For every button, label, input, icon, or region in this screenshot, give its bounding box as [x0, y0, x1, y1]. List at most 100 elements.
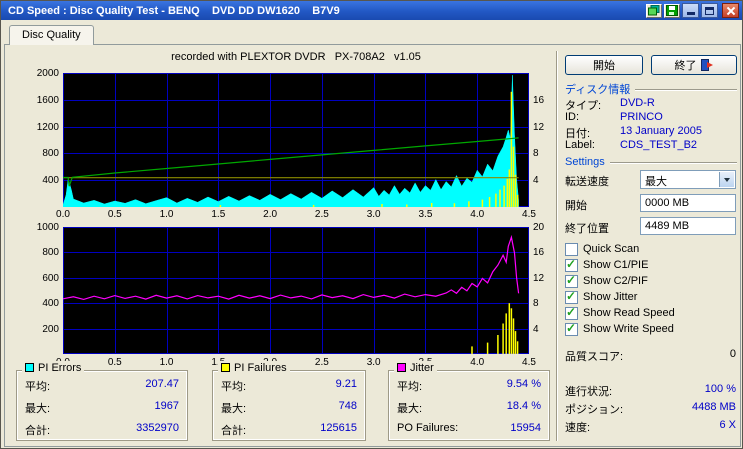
end-position-input[interactable] [640, 217, 736, 235]
axis-tick-label: 1.0 [159, 357, 174, 368]
stat-value: 1967 [154, 400, 179, 412]
window-title: CD Speed : Disc Quality Test - BENQ DVD … [8, 4, 340, 17]
axis-tick-label: 2.0 [263, 209, 278, 220]
stat-value: 3352970 [136, 422, 179, 434]
axis-tick-label: 2000 [36, 68, 59, 79]
axis-tick-label: 0.5 [107, 357, 122, 368]
axis-tick-label: 4.5 [522, 357, 536, 368]
checkbox-show-write-speed[interactable]: ✓ Show Write Speed [565, 322, 674, 336]
axis-tick-label: 1600 [36, 94, 59, 106]
disc-info-row: ID: PRINCO [565, 111, 663, 123]
titlebar[interactable]: CD Speed : Disc Quality Test - BENQ DVD … [1, 1, 742, 20]
check-icon: ✓ [566, 320, 577, 335]
stat-value: 9.21 [335, 378, 357, 390]
pi-failures-stats-box: 平均: 9.21 最大: 748 合計: 125615 [212, 370, 366, 441]
maximize-icon [705, 6, 714, 15]
save-chart-button[interactable] [664, 3, 680, 18]
pi-errors-stats-box: 平均: 207.47 最大: 1967 合計: 3352970 [16, 370, 188, 441]
checkbox-box: ✓ [565, 274, 578, 288]
position-row: ポジション: 4488 MB [565, 401, 736, 416]
stat-value: 207.47 [145, 378, 179, 390]
close-button[interactable] [722, 3, 739, 18]
progress-value: 100 % [704, 383, 736, 395]
stat-label: 平均: [221, 381, 247, 393]
maximize-button[interactable] [701, 3, 718, 18]
check-icon: ✓ [566, 256, 577, 271]
jitter-swatch [397, 363, 406, 372]
stat-label: 最大: [397, 403, 423, 415]
transfer-speed-label: 転送速度 [565, 176, 609, 188]
jitter-legend: Jitter [394, 361, 437, 374]
checkbox-show-read-speed[interactable]: ✓ Show Read Speed [565, 306, 675, 320]
transfer-speed-select[interactable]: 最大 [640, 170, 736, 189]
dropdown-arrow-button[interactable] [719, 172, 734, 187]
axis-tick-label: 1200 [36, 121, 59, 133]
axis-tick-label: 8 [533, 148, 539, 160]
titlebar-buttons [646, 3, 739, 18]
stat-label: 平均: [397, 381, 423, 393]
disc-info-header: ディスク情報 [565, 82, 737, 96]
axis-tick-label: 800 [42, 148, 59, 160]
checkbox-show-jitter[interactable]: ✓ Show Jitter [565, 290, 637, 304]
stat-label: 平均: [25, 381, 51, 393]
recorded-with-header: recorded with PLEXTOR DVDR PX-708A2 v1.0… [171, 51, 421, 63]
settings-header: Settings [565, 155, 737, 168]
axis-tick-label: 3.0 [366, 209, 381, 220]
stat-value: 748 [338, 400, 357, 412]
minimize-icon [686, 12, 695, 15]
axis-tick-label: 800 [42, 247, 59, 259]
checkbox-show-c2-pif[interactable]: ✓ Show C2/PIF [565, 274, 648, 288]
stat-label: 最大: [25, 403, 51, 415]
jitter-stats-box: 平均: 9.54 % 最大: 18.4 % PO Failures: 15954 [388, 370, 550, 441]
copy-chart-button[interactable] [646, 3, 662, 18]
axis-tick-label: 16 [533, 94, 545, 106]
save-disk-icon [666, 5, 678, 16]
axis-tick-label: 1.5 [211, 209, 226, 220]
pi-failures-swatch [221, 363, 230, 372]
axis-tick-label: 3.5 [418, 209, 433, 220]
quality-score-row: 品質スコア: 0 [565, 348, 736, 363]
start-position-label: 開始 [565, 200, 587, 212]
axis-tick-label: 3.0 [366, 357, 381, 368]
axis-tick-label: 4 [533, 175, 539, 187]
pi-errors-swatch [25, 363, 34, 372]
speed-value: 6 X [719, 419, 736, 431]
clipboard-copy-icon [648, 5, 660, 16]
app-window: CD Speed : Disc Quality Test - BENQ DVD … [0, 0, 743, 449]
checkbox-box: ✓ [565, 256, 578, 272]
checkbox-box: ✓ [565, 320, 578, 336]
exit-button[interactable]: 終了 [651, 55, 737, 75]
axis-tick-label: 200 [42, 323, 59, 335]
checkbox-quick-scan[interactable]: ✓ Quick Scan [565, 242, 639, 256]
axis-tick-label: 1000 [36, 222, 59, 233]
axis-tick-label: 4.0 [470, 357, 485, 368]
tab-panel: recorded with PLEXTOR DVDR PX-708A2 v1.0… [4, 44, 741, 447]
start-position-input[interactable] [640, 194, 736, 212]
tab-disc-quality[interactable]: Disc Quality [9, 25, 94, 45]
exit-icon [700, 59, 713, 71]
axis-tick-label: 16 [533, 247, 545, 259]
axis-tick-label: 400 [42, 175, 59, 187]
stat-value: 125615 [320, 422, 357, 434]
axis-tick-label: 400 [42, 298, 59, 310]
minimize-button[interactable] [682, 3, 699, 18]
axis-tick-label: 12 [533, 121, 545, 133]
axis-tick-label: 4.5 [522, 209, 536, 220]
stat-label: 最大: [221, 403, 247, 415]
axis-tick-label: 12 [533, 272, 545, 284]
stat-value: 15954 [510, 422, 541, 434]
disc-info-row: 日付: 13 January 2005 [565, 125, 702, 140]
axis-tick-label: 0.5 [107, 209, 122, 220]
stat-value: 18.4 % [506, 400, 541, 412]
start-test-button[interactable]: 開始 [565, 55, 643, 75]
progress-row: 進行状況: 100 % [565, 383, 736, 398]
pi-failures-legend: PI Failures [218, 361, 290, 374]
axis-tick-label: 8 [533, 298, 539, 310]
axis-tick-label: 600 [42, 272, 59, 284]
checkbox-box: ✓ [565, 242, 578, 256]
transfer-speed-value: 最大 [645, 176, 667, 188]
right-panel: 開始 終了 ディスク情報 タイプ: DVD-R ID: PRINCO 日付: 13 J… [565, 45, 737, 448]
checkbox-show-c1-pie[interactable]: ✓ Show C1/PIE [565, 258, 648, 272]
position-value: 4488 MB [691, 401, 736, 413]
stat-value: 9.54 % [506, 378, 541, 390]
